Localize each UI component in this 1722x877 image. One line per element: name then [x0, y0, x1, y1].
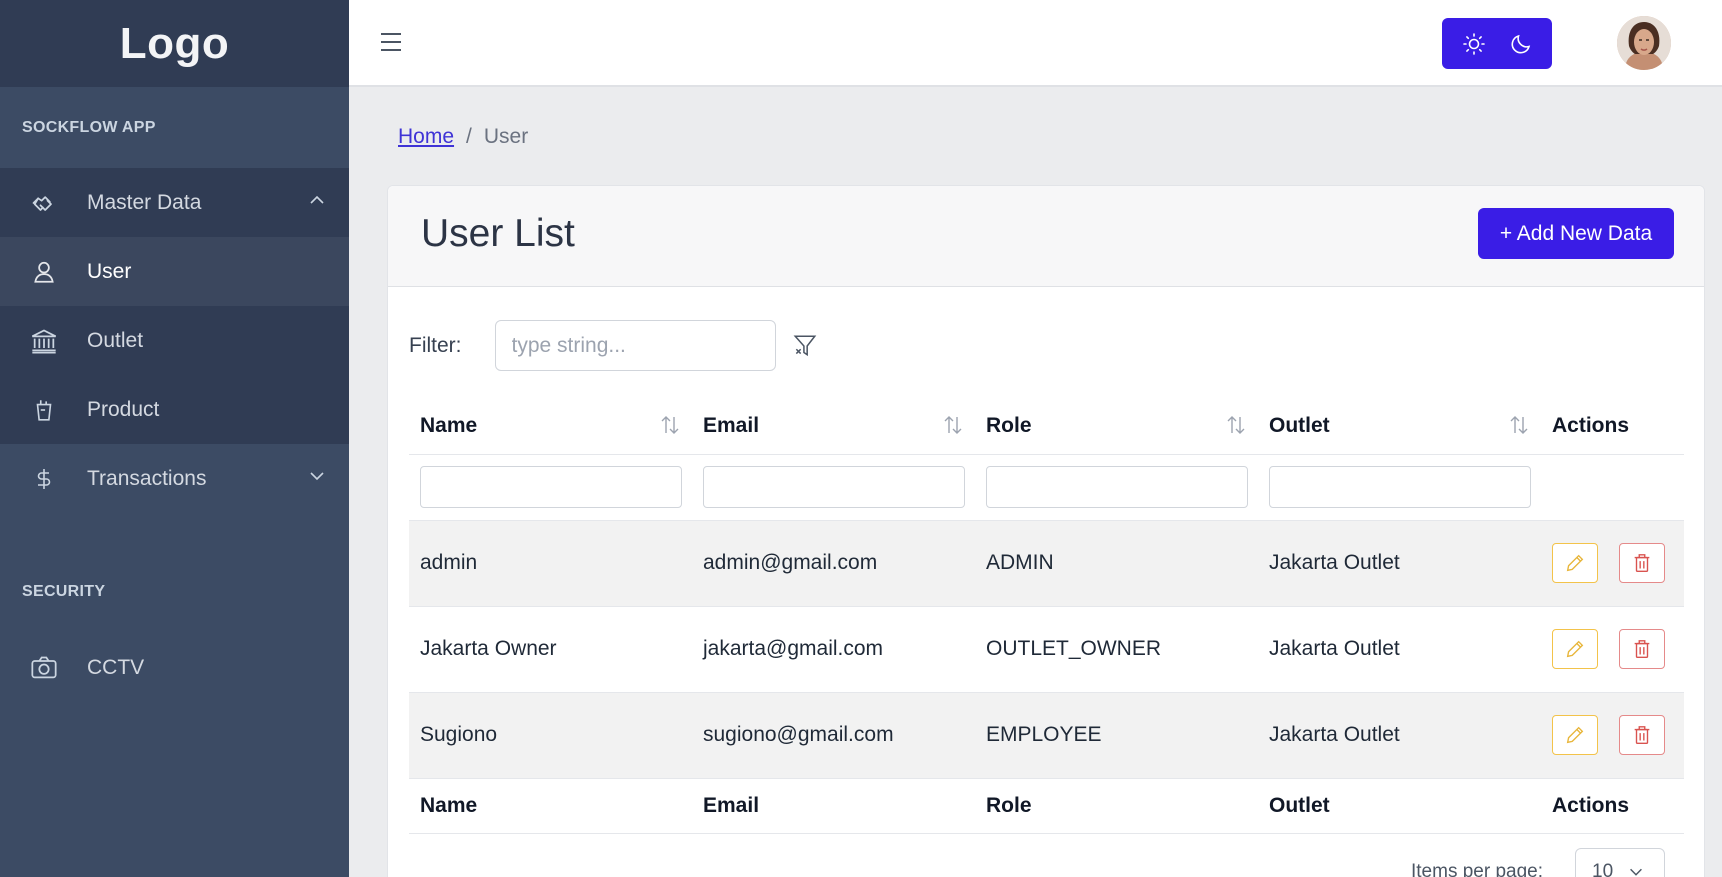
- cell-name: Jakarta Owner: [420, 637, 557, 660]
- add-new-data-button[interactable]: + Add New Data: [1478, 208, 1674, 259]
- theme-toggle: [1442, 18, 1552, 69]
- sidebar-item-product[interactable]: Product: [0, 375, 349, 444]
- user-icon: [28, 256, 60, 288]
- filter-clear-icon[interactable]: [790, 331, 820, 361]
- edit-button[interactable]: [1552, 629, 1598, 669]
- chevron-down-icon: [307, 466, 327, 492]
- user-list-card: User List + Add New Data Filter: Name Em…: [387, 185, 1705, 877]
- cell-outlet: Jakarta Outlet: [1269, 551, 1400, 574]
- sidebar-item-transactions[interactable]: Transactions: [0, 444, 349, 513]
- cell-role: ADMIN: [986, 551, 1054, 574]
- table-header-row: Name Email Role Outlet Actions: [409, 399, 1684, 455]
- outlet-filter-input[interactable]: [1269, 466, 1531, 508]
- logo[interactable]: Logo: [120, 19, 230, 69]
- camera-icon: [28, 652, 60, 684]
- top-header: [349, 0, 1722, 87]
- table-footer-row: Name Email Role Outlet Actions: [409, 778, 1684, 834]
- filter-input[interactable]: [494, 320, 776, 371]
- breadcrumb-separator: /: [466, 125, 472, 148]
- card-header: User List + Add New Data: [388, 186, 1704, 287]
- column-filter-row: [409, 454, 1684, 521]
- sidebar-item-label: Transactions: [87, 466, 207, 490]
- trash-icon: [1634, 726, 1650, 744]
- delete-button[interactable]: [1619, 629, 1665, 669]
- sun-icon[interactable]: [1456, 26, 1492, 62]
- bank-icon: [28, 325, 60, 357]
- edit-button[interactable]: [1552, 543, 1598, 583]
- filter-row: Filter:: [409, 320, 820, 371]
- breadcrumb: Home / User: [398, 125, 528, 149]
- sidebar-item-outlet[interactable]: Outlet: [0, 306, 349, 375]
- column-header-role[interactable]: Role: [975, 399, 1258, 455]
- breadcrumb-current: User: [483, 125, 529, 148]
- footer-name: Name: [409, 778, 692, 834]
- pencil-icon: [1566, 640, 1584, 658]
- cell-outlet: Jakarta Outlet: [1269, 723, 1400, 746]
- user-table: Name Email Role Outlet Actions admin adm…: [409, 399, 1684, 834]
- avatar[interactable]: [1617, 16, 1671, 70]
- sort-icon[interactable]: [1507, 413, 1531, 443]
- cell-email: jakarta@gmail.com: [703, 637, 884, 660]
- page-title: User List: [421, 212, 575, 255]
- section-title-app: SOCKFLOW APP: [22, 118, 156, 136]
- footer-role: Role: [975, 778, 1258, 834]
- sidebar-item-master-data[interactable]: Master Data: [0, 168, 349, 237]
- column-header-email[interactable]: Email: [692, 399, 975, 455]
- sort-icon[interactable]: [941, 413, 965, 443]
- cell-email: sugiono@gmail.com: [703, 723, 894, 746]
- chevron-down-icon: [1630, 868, 1643, 876]
- section-title-security: SECURITY: [22, 583, 106, 600]
- sidebar-item-cctv[interactable]: CCTV: [0, 633, 349, 702]
- chevron-up-icon: [307, 190, 327, 216]
- filter-label: Filter:: [409, 333, 462, 357]
- pencil-icon: [1566, 554, 1584, 572]
- table-row: Jakarta Owner jakarta@gmail.com OUTLET_O…: [409, 606, 1684, 692]
- edit-button[interactable]: [1552, 715, 1598, 755]
- cup-icon: [28, 394, 60, 426]
- table-row: admin admin@gmail.com ADMIN Jakarta Outl…: [409, 520, 1684, 606]
- logo-area: Logo: [0, 0, 349, 87]
- dollar-icon: [28, 463, 60, 495]
- breadcrumb-home-link[interactable]: Home: [398, 125, 454, 149]
- column-header-actions: Actions: [1541, 399, 1684, 455]
- items-per-page-select[interactable]: 10: [1575, 848, 1666, 877]
- sort-icon[interactable]: [1224, 413, 1248, 443]
- items-per-page-label: Items per page:: [1411, 861, 1544, 877]
- moon-icon[interactable]: [1503, 26, 1539, 62]
- cell-role: EMPLOYEE: [986, 723, 1102, 746]
- pencil-icon: [1566, 726, 1584, 744]
- hamburger-icon[interactable]: [381, 28, 407, 56]
- column-header-outlet[interactable]: Outlet: [1258, 399, 1541, 455]
- sidebar: Logo SOCKFLOW APP Master Data User Outle…: [0, 0, 349, 877]
- pagination: Items per page: 10: [1411, 848, 1666, 877]
- footer-outlet: Outlet: [1258, 778, 1541, 834]
- sidebar-item-label: Product: [87, 397, 160, 421]
- email-filter-input[interactable]: [703, 466, 965, 508]
- trash-icon: [1634, 554, 1650, 572]
- sidebar-item-label: Master Data: [87, 190, 202, 214]
- sidebar-item-label: CCTV: [87, 655, 145, 679]
- cell-role: OUTLET_OWNER: [986, 637, 1162, 660]
- delete-button[interactable]: [1619, 543, 1665, 583]
- cell-name: Sugiono: [420, 723, 498, 746]
- sort-icon[interactable]: [658, 413, 682, 443]
- name-filter-input[interactable]: [420, 466, 682, 508]
- cell-name: admin: [420, 551, 478, 574]
- handshake-icon: [28, 187, 60, 219]
- trash-icon: [1634, 640, 1650, 658]
- table-row: Sugiono sugiono@gmail.com EMPLOYEE Jakar…: [409, 692, 1684, 778]
- role-filter-input[interactable]: [986, 466, 1248, 508]
- sidebar-item-label: Outlet: [87, 328, 144, 352]
- sidebar-item-user[interactable]: User: [0, 237, 349, 306]
- cell-outlet: Jakarta Outlet: [1269, 637, 1400, 660]
- delete-button[interactable]: [1619, 715, 1665, 755]
- column-header-name[interactable]: Name: [409, 399, 692, 455]
- sidebar-item-label: User: [87, 259, 132, 283]
- cell-email: admin@gmail.com: [703, 551, 878, 574]
- footer-actions: Actions: [1541, 778, 1684, 834]
- items-per-page-value: 10: [1592, 861, 1614, 877]
- footer-email: Email: [692, 778, 975, 834]
